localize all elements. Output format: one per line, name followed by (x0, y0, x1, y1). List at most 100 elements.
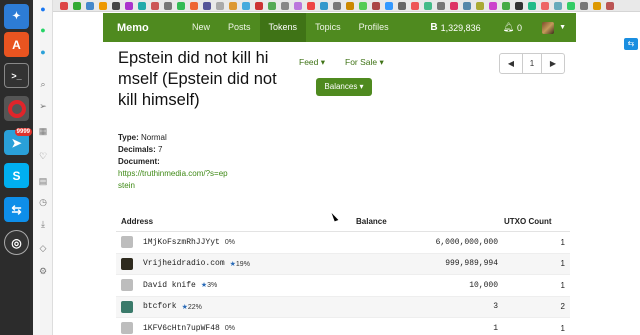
opera-icon[interactable] (4, 96, 29, 121)
tab-favicon-icon[interactable] (73, 2, 81, 10)
address-name[interactable]: David knife (143, 281, 196, 290)
address-name[interactable]: 1KFV6cHtn7upWF48 (143, 324, 220, 333)
bell-icon[interactable]: 🔔︎ (503, 22, 514, 33)
tab-favicon-icon[interactable] (554, 2, 562, 10)
cube-sidebar-icon[interactable]: ◇ (37, 242, 49, 254)
address-cell: David knife ★3% (116, 279, 350, 292)
tab-favicon-icon[interactable] (515, 2, 523, 10)
arrow-right-icon[interactable]: ▶ (542, 54, 564, 73)
table-header: Address Balance UTXO Count (116, 212, 570, 232)
tab-favicon-icon[interactable] (164, 2, 172, 10)
tab-favicon-icon[interactable] (294, 2, 302, 10)
table-row[interactable]: btcfork ★22% 3 2 (116, 296, 570, 318)
tab-favicon-icon[interactable] (307, 2, 315, 10)
tab-favicon-icon[interactable] (333, 2, 341, 10)
profile-pic-icon[interactable] (121, 322, 133, 335)
teamviewer-extension-icon[interactable]: ⇆ (624, 38, 638, 50)
teamviewer-icon[interactable]: ⇆ (4, 197, 29, 222)
whatsapp-sidebar-icon[interactable]: ● (37, 24, 49, 36)
notification-count[interactable]: 0 (517, 23, 522, 33)
address-name[interactable]: 1MjKoFszmRhJJYyt (143, 238, 220, 247)
tab-favicon-icon[interactable] (541, 2, 549, 10)
grid-sidebar-icon[interactable]: ▦ (37, 125, 49, 137)
avatar[interactable] (542, 21, 555, 34)
history-sidebar-icon[interactable]: ◷ (37, 196, 49, 208)
terminal-icon[interactable]: >_ (4, 63, 29, 88)
for-sale-dropdown[interactable]: For Sale ▾ (345, 57, 384, 68)
tab-favicon-icon[interactable] (190, 2, 198, 10)
send-sidebar-icon[interactable]: ➢ (37, 100, 49, 112)
tab-favicon-icon[interactable] (242, 2, 250, 10)
nav-topics[interactable]: Topics (306, 13, 350, 42)
arrow-left-icon[interactable]: ◀ (500, 54, 522, 73)
heart-sidebar-icon[interactable]: ♡ (37, 150, 49, 162)
table-row[interactable]: Vrijheidradio.com ★19% 999,989,994 1 (116, 253, 570, 275)
utxo-cell: 1 (560, 237, 565, 247)
tab-favicon-icon[interactable] (359, 2, 367, 10)
tab-favicon-icon[interactable] (450, 2, 458, 10)
news-sidebar-icon[interactable]: ▤ (37, 175, 49, 187)
tab-favicon-icon[interactable] (281, 2, 289, 10)
brand-logo[interactable]: Memo (117, 22, 183, 34)
feed-dropdown[interactable]: Feed ▾ (299, 57, 325, 68)
profile-pic-icon[interactable] (121, 257, 133, 270)
search-sidebar-icon[interactable]: ⌕ (37, 78, 49, 90)
tab-favicon-icon[interactable] (372, 2, 380, 10)
nav-tokens[interactable]: Tokens (259, 13, 307, 42)
tab-favicon-icon[interactable] (580, 2, 588, 10)
tab-favicon-icon[interactable] (216, 2, 224, 10)
tab-favicon-icon[interactable] (528, 2, 536, 10)
tab-favicon-icon[interactable] (60, 2, 68, 10)
tab-favicon-icon[interactable] (437, 2, 445, 10)
table-row[interactable]: David knife ★3% 10,000 1 (116, 275, 570, 297)
tab-favicon-icon[interactable] (385, 2, 393, 10)
obs-icon[interactable]: ◎ (4, 230, 29, 255)
tab-favicon-icon[interactable] (203, 2, 211, 10)
tab-favicon-icon[interactable] (125, 2, 133, 10)
tab-favicon-icon[interactable] (398, 2, 406, 10)
tab-favicon-icon[interactable] (346, 2, 354, 10)
tab-favicon-icon[interactable] (229, 2, 237, 10)
software-center-icon[interactable]: A (4, 32, 29, 57)
skype-icon[interactable]: S (4, 163, 29, 188)
address-name[interactable]: Vrijheidradio.com (143, 259, 225, 268)
telegram-icon[interactable]: ➤ 9999 (4, 128, 32, 155)
balance-cell: 10,000 (469, 280, 498, 290)
tab-favicon-icon[interactable] (177, 2, 185, 10)
nav-profiles[interactable]: Profiles (350, 13, 398, 42)
tab-favicon-icon[interactable] (99, 2, 107, 10)
tab-favicon-icon[interactable] (268, 2, 276, 10)
profile-pic-icon[interactable] (121, 300, 133, 313)
tab-favicon-icon[interactable] (411, 2, 419, 10)
address-name[interactable]: btcfork (143, 302, 177, 311)
tab-favicon-icon[interactable] (151, 2, 159, 10)
profile-pic-icon[interactable] (121, 236, 133, 249)
tab-favicon-icon[interactable] (138, 2, 146, 10)
tab-favicon-icon[interactable] (320, 2, 328, 10)
tab-favicon-icon[interactable] (606, 2, 614, 10)
tab-favicon-icon[interactable] (255, 2, 263, 10)
messenger-sidebar-icon[interactable]: ● (37, 3, 49, 15)
chevron-down-icon[interactable]: ▼ (559, 24, 566, 31)
tab-favicon-icon[interactable] (463, 2, 471, 10)
tab-favicon-icon[interactable] (424, 2, 432, 10)
tab-favicon-icon[interactable] (86, 2, 94, 10)
nav-new[interactable]: New (183, 13, 219, 42)
tab-favicon-icon[interactable] (112, 2, 120, 10)
document-link[interactable]: https://truthinmedia.com/?s=epstein (118, 168, 228, 192)
tab-favicon-icon[interactable] (593, 2, 601, 10)
tab-favicon-icon[interactable] (489, 2, 497, 10)
table-row[interactable]: 1KFV6cHtn7upWF48 0% 1 1 (116, 318, 570, 335)
profile-pic-icon[interactable] (121, 279, 133, 292)
messenger-icon[interactable]: ✦ (4, 4, 29, 29)
download-sidebar-icon[interactable]: ⤓ (37, 218, 49, 230)
table-row[interactable]: 1MjKoFszmRhJJYyt 0% 6,000,000,000 1 (116, 232, 570, 254)
tab-favicon-icon[interactable] (567, 2, 575, 10)
wallet-balance[interactable]: 1,329,836 (441, 23, 481, 33)
tab-favicon-icon[interactable] (476, 2, 484, 10)
telegram-sidebar-icon[interactable]: ● (37, 46, 49, 58)
nav-posts[interactable]: Posts (219, 13, 260, 42)
settings-sidebar-icon[interactable]: ⚙ (37, 265, 49, 277)
tab-favicon-icon[interactable] (502, 2, 510, 10)
balances-button[interactable]: Balances ▾ (316, 78, 372, 96)
